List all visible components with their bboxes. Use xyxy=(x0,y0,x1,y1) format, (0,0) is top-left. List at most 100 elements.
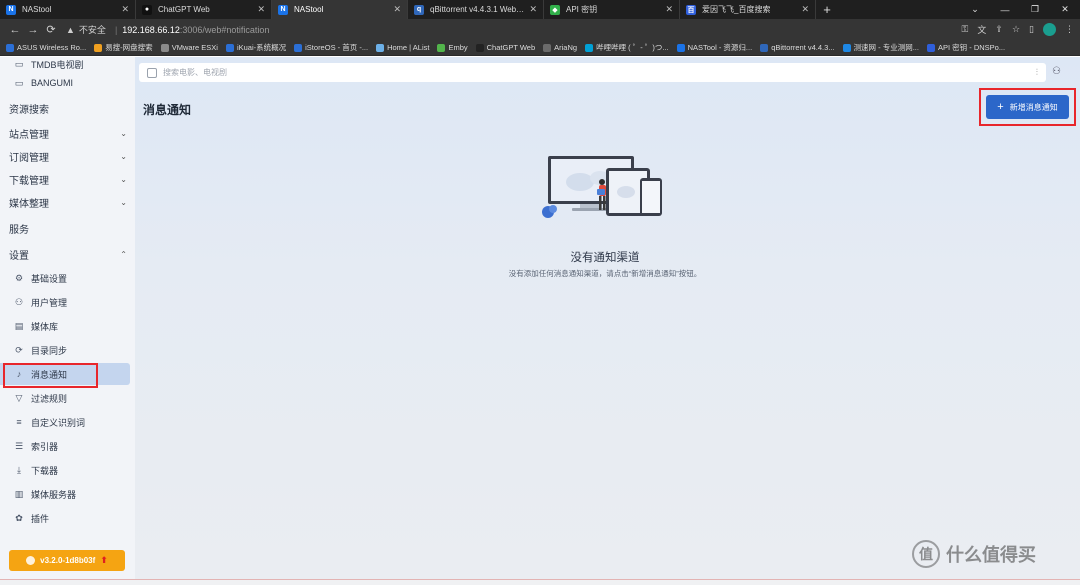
bookmark-item[interactable]: Home | AList xyxy=(376,43,429,52)
chevron-icon: ⌄ xyxy=(120,197,127,207)
sidebar-item[interactable]: ☰ 索引器 xyxy=(0,435,135,457)
users-icon: ⚇ xyxy=(14,296,24,307)
bookmark-item[interactable]: ChatGPT Web xyxy=(475,43,535,52)
window-menu-icon[interactable]: ⌄ xyxy=(960,0,990,19)
watermark: 值 什么值得买 xyxy=(912,540,1036,568)
tab-close-icon[interactable]: ✕ xyxy=(801,4,809,15)
tab-close-icon[interactable]: ✕ xyxy=(121,4,129,15)
sidebar-item[interactable]: 站点管理 ⌄ xyxy=(0,122,135,144)
bookmark-item[interactable]: iKuai-系统概况 xyxy=(225,42,286,53)
empty-state-illustration xyxy=(542,156,662,218)
sidebar-item[interactable]: ▥ 媒体服务器 xyxy=(0,483,135,505)
filter-icon[interactable]: ⫶ xyxy=(1036,67,1038,78)
bookmark-label: AriaNg xyxy=(554,43,578,52)
sidebar-item[interactable]: ⟳ 目录同步 xyxy=(0,339,135,361)
bookmark-favicon-icon xyxy=(94,43,103,52)
empty-state-title: 没有通知渠道 xyxy=(570,252,640,264)
bookmark-label: API 密钥 - DNSPo... xyxy=(937,43,1006,52)
sidebar: v3.2.0-1d8b03f ⬆ ▭ TMDB电视剧 ▭ BANGUMI 资源搜索 站点管… xyxy=(0,57,135,579)
tab-title: API 密钥 xyxy=(566,5,598,14)
sidebar-item[interactable]: ≡ 自定义识别词 xyxy=(0,411,135,433)
browser-tab[interactable]: ● ChatGPT Web ✕ xyxy=(136,0,272,19)
chevron-icon: ⌄ xyxy=(120,174,127,184)
sidebar-item-label: 索引器 xyxy=(31,441,59,452)
bookmark-item[interactable]: Emby xyxy=(437,43,468,52)
new-tab-button[interactable]: + xyxy=(816,0,838,19)
window-controls: ⌄ — ❐ ✕ xyxy=(960,0,1080,19)
sidebar-item[interactable]: 下载管理 ⌄ xyxy=(0,168,135,190)
bookmark-star-icon[interactable]: ☆ xyxy=(1012,24,1020,35)
forward-icon[interactable]: → xyxy=(24,24,42,36)
sidebar-item[interactable]: ⚙ 基础设置 xyxy=(0,267,135,289)
bookmark-item[interactable]: iStoreOS - 首页 -... xyxy=(294,42,368,53)
sidebar-item[interactable]: ▤ 媒体库 xyxy=(0,315,135,337)
search-input[interactable]: 搜索电影、电视剧 ⫶ xyxy=(139,63,1046,82)
browser-tab[interactable]: q qBittorrent v4.4.3.1 Web UI ✕ xyxy=(408,0,544,19)
insecure-label: 不安全 xyxy=(78,25,106,35)
minimize-icon[interactable]: — xyxy=(990,0,1020,19)
translate-icon[interactable]: 文 xyxy=(977,23,986,36)
bookmark-item[interactable]: 哔哩哔哩 ( ゜- ゜)つ... xyxy=(585,42,669,53)
bookmark-item[interactable]: ASUS Wireless Ro... xyxy=(6,43,86,52)
tab-title: NAStool xyxy=(22,5,52,14)
reload-icon[interactable]: ⟳ xyxy=(42,23,60,36)
sidebar-item[interactable]: 媒体整理 ⌄ xyxy=(0,191,135,213)
search-placeholder: 搜索电影、电视剧 xyxy=(163,68,227,77)
browser-menu-icon[interactable]: ⋮ xyxy=(1065,24,1074,35)
sidebar-item[interactable]: ▭ BANGUMI xyxy=(0,72,135,94)
bookmark-label: 测速网 - 专业测网... xyxy=(853,43,919,52)
close-window-icon[interactable]: ✕ xyxy=(1050,0,1080,19)
maximize-icon[interactable]: ❐ xyxy=(1020,0,1050,19)
share-icon[interactable]: ⇪ xyxy=(995,24,1003,35)
bookmark-item[interactable]: AriaNg xyxy=(543,43,577,52)
bookmark-label: qBittorrent v4.4.3... xyxy=(771,43,835,52)
sidebar-item[interactable]: 服务 xyxy=(0,217,135,239)
profile-avatar[interactable] xyxy=(1043,23,1056,36)
sidebar-item[interactable]: 设置 ⌃ xyxy=(0,243,135,265)
bookmark-item[interactable]: 测速网 - 专业测网... xyxy=(842,42,919,53)
bookmark-favicon-icon xyxy=(842,43,851,52)
version-label: v3.2.0-1d8b03f xyxy=(40,556,96,565)
tab-close-icon[interactable]: ✕ xyxy=(393,4,401,15)
browser-tab[interactable]: 百爱因飞飞_百度搜索 ✕ xyxy=(680,0,816,19)
address-bar: ← → ⟳ ▲ 不安全 | 192.168.66.12 :3006/web#no… xyxy=(0,19,1080,40)
sidebar-item[interactable]: ✿ 插件 xyxy=(0,507,135,529)
sidebar-item[interactable]: ▽ 过滤规则 xyxy=(0,387,135,409)
browser-tab[interactable]: ◆ API 密钥 ✕ xyxy=(544,0,680,19)
sidebar-item[interactable]: 资源搜索 xyxy=(0,97,135,119)
back-icon[interactable]: ← xyxy=(6,24,24,36)
page-title: 消息通知 xyxy=(143,103,192,117)
update-arrow-icon: ⬆ xyxy=(100,555,108,565)
version-button[interactable]: v3.2.0-1d8b03f ⬆ xyxy=(9,550,125,571)
bookmark-label: ASUS Wireless Ro... xyxy=(17,43,87,52)
insecure-warning-icon: ▲ xyxy=(66,24,75,35)
tab-close-icon[interactable]: ✕ xyxy=(665,4,673,15)
user-icon[interactable]: ⚇ xyxy=(1052,66,1061,77)
server-icon: ▥ xyxy=(14,488,24,499)
bookmark-item[interactable]: 易搜-网盘搜索 xyxy=(94,42,153,53)
key-icon[interactable]: ⚿ xyxy=(962,24,969,35)
tab-close-icon[interactable]: ✕ xyxy=(529,4,537,15)
bookmark-item[interactable]: API 密钥 - DNSPo... xyxy=(926,42,1006,53)
chevron-icon: ⌄ xyxy=(120,128,127,138)
sidebar-item-label: 目录同步 xyxy=(31,345,68,356)
sidebar-item[interactable]: 订阅管理 ⌄ xyxy=(0,145,135,167)
bookmark-item[interactable]: qBittorrent v4.4.3... xyxy=(760,43,835,52)
browser-tab[interactable]: N NAStool ✕ xyxy=(0,0,136,19)
bookmark-item[interactable]: NASTool - 资源归... xyxy=(676,42,752,53)
tab-title: 爱因飞飞_百度搜索 xyxy=(702,5,771,14)
watermark-logo-icon: 值 xyxy=(912,540,940,568)
sidebar-item[interactable]: ⚇ 用户管理 xyxy=(0,291,135,313)
tab-close-icon[interactable]: ✕ xyxy=(257,4,265,15)
sidebar-item[interactable]: ⤓ 下载器 xyxy=(0,459,135,481)
url-field[interactable]: ▲ 不安全 | 192.168.66.12 :3006/web#notifica… xyxy=(66,22,962,38)
github-icon xyxy=(26,556,36,565)
browser-tab[interactable]: N NAStool ✕ xyxy=(272,0,408,19)
sidebar-item-label: 用户管理 xyxy=(31,297,68,308)
sidebar-toggle-icon[interactable]: ▯ xyxy=(1029,24,1034,35)
empty-state-description: 没有添加任何消息通知渠道，请点击“新增消息通知”按钮。 xyxy=(508,269,702,278)
sync-icon: ⟳ xyxy=(15,344,23,355)
url-path: :3006/web#notification xyxy=(179,24,270,35)
sidebar-item-label: BANGUMI xyxy=(31,78,74,88)
bookmark-item[interactable]: VMware ESXi xyxy=(160,43,218,52)
